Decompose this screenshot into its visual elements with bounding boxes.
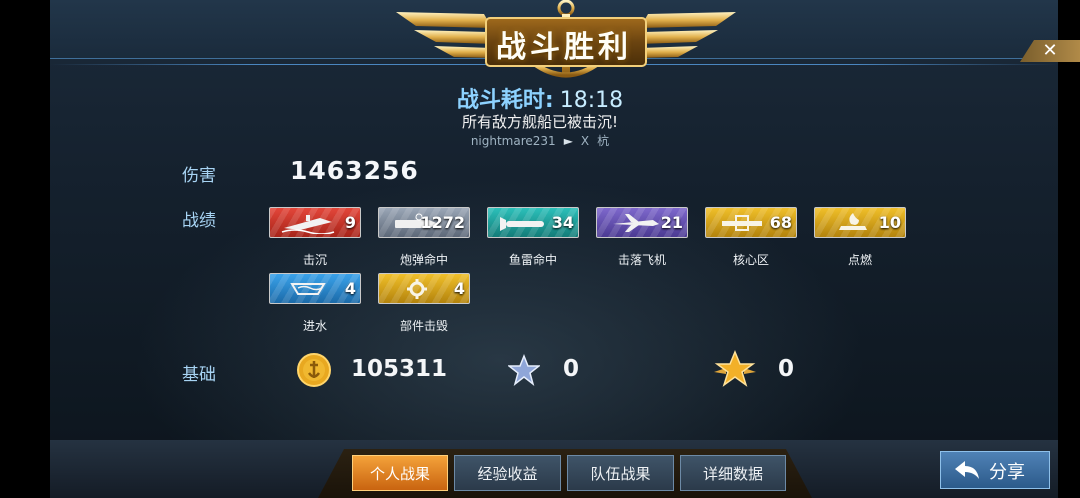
- victory-title: 战斗胜利: [496, 30, 632, 65]
- coin-value: 105311: [351, 356, 448, 382]
- medal-sink[interactable]: 9: [269, 207, 361, 238]
- medal-torpedo-hit[interactable]: 34: [487, 207, 579, 238]
- kill-weapon: X: [580, 134, 590, 148]
- share-label: 分享: [989, 462, 1025, 483]
- medal-plane-downed[interactable]: 21: [596, 207, 688, 238]
- result-message: 所有敌方舰船已被击沉!: [461, 113, 618, 131]
- medal-ignite-count: 10: [878, 213, 901, 232]
- tab-detailed-data[interactable]: 详细数据: [680, 455, 786, 491]
- damage-value: 1463256: [290, 156, 419, 185]
- gold-star-icon: [714, 350, 756, 387]
- medal-plane-downed-label: 击落飞机: [617, 253, 666, 267]
- medal-module-destroyed-label: 部件击毁: [399, 319, 448, 333]
- killer-name: nightmare231: [470, 134, 556, 148]
- plane-icon: [613, 214, 659, 232]
- battle-time: 战斗耗时: 18:18: [0, 82, 1080, 114]
- gold-star-value: 0: [778, 356, 795, 382]
- medal-citadel-label: 核心区: [732, 253, 769, 267]
- record-label: 战绩: [182, 211, 216, 231]
- medal-shell-hit-label: 炮弹命中: [399, 253, 448, 267]
- coin-icon: [297, 353, 331, 387]
- silver-star-value: 0: [563, 356, 580, 382]
- tab-experience[interactable]: 经验收益: [454, 455, 561, 491]
- medal-shell-hit[interactable]: 1272: [378, 207, 470, 238]
- share-arrow-icon: [955, 461, 979, 479]
- medal-citadel[interactable]: 68: [705, 207, 797, 238]
- fire-icon: [839, 213, 867, 230]
- medal-flooding[interactable]: 4: [269, 273, 361, 304]
- medal-shell-hit-count: 1272: [420, 213, 465, 232]
- medal-torpedo-hit-label: 鱼雷命中: [508, 253, 557, 267]
- result-screen: 战斗胜利 ✕ 战斗耗时: 18:18 所有敌方舰船已被击沉! nightmare2…: [0, 0, 1080, 498]
- medal-ignite[interactable]: 10: [814, 207, 906, 238]
- battle-time-value: 18:18: [559, 88, 624, 113]
- right-letterbox: [1058, 0, 1080, 498]
- tab-team-results[interactable]: 队伍战果: [567, 455, 674, 491]
- silver-star-icon: [508, 354, 540, 386]
- medal-module-destroyed[interactable]: 4: [378, 273, 470, 304]
- medal-flooding-count: 4: [344, 279, 356, 298]
- medal-ignite-label: 点燃: [847, 253, 872, 267]
- medal-sink-label: 击沉: [302, 253, 327, 267]
- battle-time-label: 战斗耗时:: [456, 88, 554, 113]
- medal-citadel-count: 68: [769, 213, 792, 232]
- sinking-ship-icon: [281, 215, 335, 234]
- torpedo-icon: [500, 217, 544, 231]
- gear-icon: [407, 279, 427, 299]
- medal-plane-downed-count: 21: [660, 213, 683, 232]
- medal-torpedo-hit-count: 34: [551, 213, 574, 232]
- share-button[interactable]: 分享: [940, 451, 1050, 489]
- flooding-icon: [290, 283, 326, 295]
- basic-label: 基础: [182, 365, 216, 385]
- medal-sink-count: 9: [344, 213, 356, 232]
- medal-flooding-label: 进水: [302, 319, 327, 333]
- medal-module-destroyed-count: 4: [453, 279, 465, 298]
- final-kill-line: nightmare231 ► X 杭: [0, 132, 1080, 149]
- tab-personal-results[interactable]: 个人战果: [352, 455, 448, 491]
- core-icon: [722, 215, 762, 231]
- left-letterbox: [0, 0, 50, 498]
- arrow-icon: ►: [563, 134, 573, 148]
- killed-target: 杭: [597, 134, 610, 148]
- damage-label: 伤害: [182, 166, 216, 186]
